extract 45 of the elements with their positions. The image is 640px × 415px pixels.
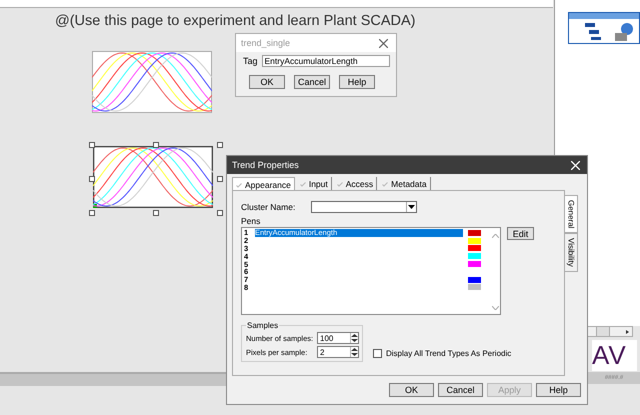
dialog-button[interactable]: Help: [339, 75, 375, 89]
scrollbar-thumb[interactable]: [596, 327, 610, 336]
tab[interactable]: Appearance: [232, 177, 295, 191]
thumbnail-icon: [569, 13, 639, 43]
selection-handle[interactable]: [89, 176, 95, 182]
tag-field[interactable]: EntryAccumulatorLength: [262, 55, 390, 67]
dialog-title: trend_single: [241, 38, 290, 48]
spin-arrows-icon: [351, 333, 358, 343]
spin-arrows-icon: [351, 347, 358, 357]
field-label: Cluster Name:: [241, 202, 296, 212]
dialog-button[interactable]: OK: [249, 75, 285, 89]
dialog-button[interactable]: Cancel: [438, 383, 483, 397]
cluster-dropdown[interactable]: [311, 201, 418, 213]
dialog-button[interactable]: Cancel: [294, 75, 330, 89]
selection-handle[interactable]: [217, 142, 223, 148]
page-heading: @(Use this page to experiment and learn Plant SCADA): [55, 13, 416, 29]
selection-handle[interactable]: [89, 142, 95, 148]
check-icon: [336, 182, 343, 186]
side-tab[interactable]: General: [565, 195, 578, 234]
dialog-button[interactable]: Help: [536, 383, 581, 397]
selection-handle[interactable]: [89, 210, 95, 216]
group-title: Samples: [246, 321, 280, 330]
check-icon: [300, 182, 306, 186]
caret-icon: [408, 205, 416, 209]
edit-button[interactable]: Edit: [507, 227, 534, 240]
spin-field[interactable]: 100: [317, 332, 359, 344]
spin-field[interactable]: 2: [317, 346, 359, 358]
dialog-button[interactable]: OK: [389, 383, 434, 397]
page-thumbnail[interactable]: [568, 12, 640, 44]
selection-handle[interactable]: [217, 176, 223, 182]
dialog-title: Trend Properties: [232, 160, 299, 170]
field-label: Tag: [243, 56, 258, 66]
close-icon[interactable]: [379, 38, 388, 48]
scroll-right-icon[interactable]: [626, 330, 629, 334]
trend-chart[interactable]: [93, 146, 213, 208]
check-icon: [382, 182, 388, 186]
company-logo: AV: [592, 340, 637, 371]
check-icon: [236, 182, 242, 188]
periodic-checkbox[interactable]: Display All Trend Types As Periodic: [373, 349, 512, 358]
side-tab[interactable]: Visibility: [565, 233, 578, 272]
tab[interactable]: Metadata: [379, 177, 431, 190]
selection-handle[interactable]: [153, 142, 159, 148]
selection-handle[interactable]: [217, 210, 223, 216]
field-label: Pens: [241, 216, 262, 226]
selection-handle[interactable]: [153, 210, 159, 216]
